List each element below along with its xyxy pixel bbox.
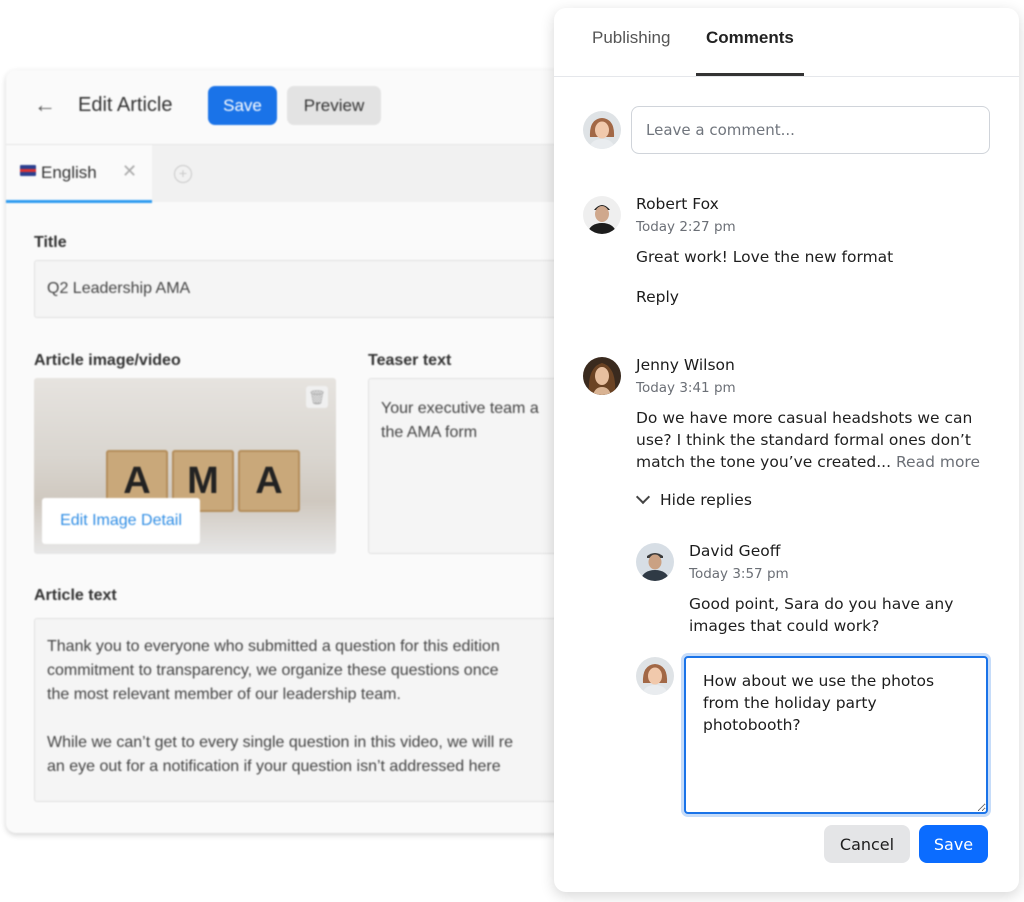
edit-image-detail-button[interactable]: Edit Image Detail <box>42 498 200 544</box>
save-button[interactable]: Save <box>919 825 988 863</box>
tab-english[interactable]: English ✕ <box>6 145 152 203</box>
article-paragraph: Thank you to everyone who submitted a qu… <box>47 638 500 703</box>
article-editor: ← Edit Article Save Preview English ✕ + … <box>6 70 606 833</box>
editor-header: ← Edit Article Save Preview <box>6 70 606 144</box>
comments-panel: Publishing Comments Robert Fox Today 2:2… <box>554 8 1019 892</box>
uk-flag-icon <box>20 165 36 176</box>
close-icon[interactable]: ✕ <box>122 161 137 182</box>
image-label: Article image/video <box>34 352 181 369</box>
comment-timestamp: Today 3:41 pm <box>636 380 736 396</box>
add-tab-icon[interactable]: + <box>174 165 192 183</box>
article-paragraph: While we can’t get to every single quest… <box>47 734 513 775</box>
comment-body: Do we have more casual headshots we can … <box>636 407 996 473</box>
teaser-label: Teaser text <box>368 352 452 369</box>
comment-author: Robert Fox <box>636 195 719 213</box>
language-tabs: English ✕ + <box>6 144 606 203</box>
comment-author: Jenny Wilson <box>636 356 735 374</box>
avatar <box>636 543 674 581</box>
block-letter: A <box>238 450 300 512</box>
reply-textarea[interactable]: How about we use the photos from the hol… <box>684 656 988 814</box>
chevron-down-icon <box>635 489 651 505</box>
tab-label: English <box>41 163 97 182</box>
avatar <box>583 357 621 395</box>
page-title: Edit Article <box>78 94 173 116</box>
active-tab-indicator <box>696 73 804 76</box>
comment-input[interactable] <box>631 106 990 154</box>
preview-button[interactable]: Preview <box>287 86 381 125</box>
comment-body: Great work! Love the new format <box>636 248 894 266</box>
article-text-input[interactable]: Thank you to everyone who submitted a qu… <box>34 618 606 802</box>
reply-author: David Geoff <box>689 542 781 560</box>
panel-tabs: Publishing Comments <box>554 8 1019 77</box>
editor-save-button[interactable]: Save <box>208 86 277 125</box>
avatar <box>583 111 621 149</box>
tab-comments[interactable]: Comments <box>706 28 794 48</box>
hide-replies-label: Hide replies <box>660 491 752 509</box>
hide-replies-toggle[interactable]: Hide replies <box>634 489 752 509</box>
reply-timestamp: Today 3:57 pm <box>689 566 789 582</box>
article-image[interactable]: A M A 🗑 Edit Image Detail <box>34 378 336 554</box>
reply-link[interactable]: Reply <box>636 288 679 306</box>
arrow-left-icon[interactable]: ← <box>34 92 56 118</box>
tab-publishing[interactable]: Publishing <box>592 28 670 48</box>
trash-icon[interactable]: 🗑 <box>306 386 328 408</box>
title-input[interactable]: Q2 Leadership AMA <box>34 260 594 318</box>
cancel-button[interactable]: Cancel <box>824 825 910 863</box>
comment-timestamp: Today 2:27 pm <box>636 219 736 235</box>
article-text-label: Article text <box>34 587 117 604</box>
avatar <box>583 196 621 234</box>
reply-body: Good point, Sara do you have any images … <box>689 595 954 635</box>
read-more-link[interactable]: Read more <box>896 453 980 471</box>
avatar <box>636 657 674 695</box>
title-label: Title <box>34 234 67 251</box>
